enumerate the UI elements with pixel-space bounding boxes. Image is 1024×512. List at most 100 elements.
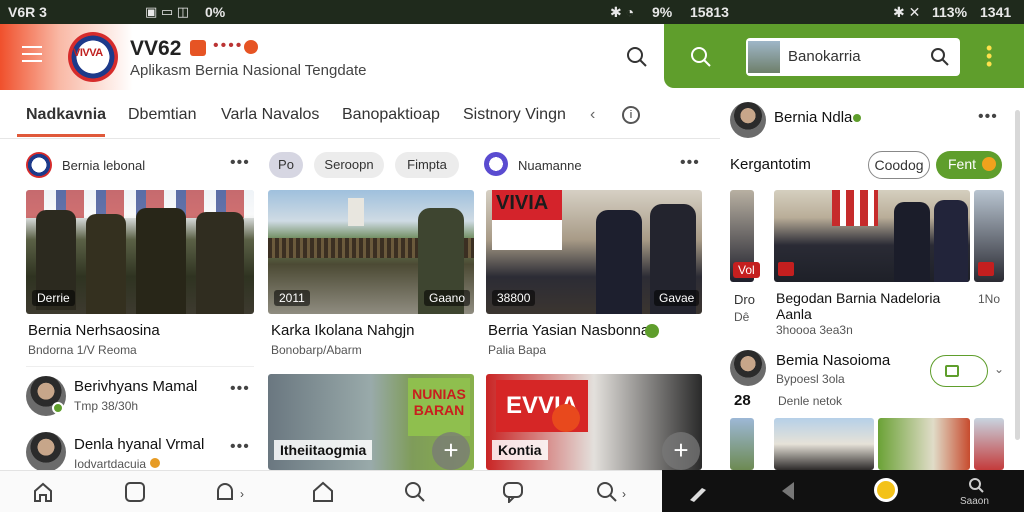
scrollbar[interactable] [1015, 110, 1020, 440]
status-left-text: V6R 3 [8, 4, 47, 20]
info-icon[interactable]: i [622, 106, 640, 124]
wifi-icon: ✱ ◔ [610, 4, 635, 20]
image-badge: Gavae [654, 290, 700, 306]
overflow-menu-icon[interactable]: • • • [986, 39, 992, 73]
bell-icon[interactable]: › [214, 481, 250, 503]
status-battery-pct-2: 113% [932, 4, 968, 20]
list-item-title[interactable]: Denla hyanal Vrmal [74, 436, 204, 453]
status-bar: V6R 3 ▣ ▭ ◫ 0% ✱ ◔ 9% 15813 ✱ ✕ 113% 134… [0, 0, 1024, 24]
chip-po[interactable]: Po [269, 152, 303, 178]
house-icon[interactable] [312, 481, 334, 503]
outline-button[interactable]: Coodog [868, 151, 930, 179]
news-image-soldiers[interactable]: Derrie [26, 190, 254, 314]
image-badge: Gaano [424, 290, 471, 306]
news-title[interactable]: Begodan Barnia Nadeloria [776, 290, 940, 306]
search-icon[interactable] [626, 46, 648, 68]
app-logo: VIVVA [68, 32, 118, 82]
news-title[interactable]: Berria Yasian Nasbonna [488, 322, 649, 339]
dots-indicator: •••• [213, 37, 244, 54]
chevron-down-icon[interactable]: ⌄ [994, 362, 1004, 376]
chip-seroopn[interactable]: Seroopn [314, 152, 384, 178]
verified-icon [645, 324, 659, 338]
pen-icon[interactable] [686, 480, 710, 504]
app-subtitle: Aplikasm Bernia Nasional Tengdate [130, 62, 367, 79]
news-title[interactable]: Karka Ikolana Nahgjn [271, 322, 414, 339]
card-title: Kontia [492, 440, 548, 460]
more-icon[interactable]: ••• [230, 154, 250, 172]
search-input[interactable]: Banokarria [746, 38, 960, 76]
search-value: Banokarria [788, 48, 861, 65]
app-name: VV62 [130, 37, 182, 60]
chat-icon[interactable] [502, 481, 524, 503]
news-image-parade[interactable]: 2011 Gaano [268, 190, 474, 314]
coin-icon [982, 157, 996, 171]
more-icon[interactable]: ••• [230, 438, 250, 456]
side-label: Dro [734, 292, 755, 307]
verified-icon [52, 402, 64, 414]
more-icon[interactable]: ••• [680, 154, 700, 172]
search-icon-dark[interactable] [966, 476, 988, 494]
thumbnail[interactable] [878, 418, 970, 470]
news-image-assembly[interactable] [774, 190, 970, 282]
tab-dbemtian[interactable]: Dbemtian [128, 106, 196, 124]
chip-fimpta[interactable]: Fimpta [395, 152, 459, 178]
source-logo [484, 152, 508, 176]
secondary-header: Banokarria • • • [664, 24, 1024, 88]
status-time: 15813 [690, 4, 729, 20]
avatar [26, 432, 66, 472]
thumbnail[interactable] [974, 418, 1004, 470]
item-number: 28 [734, 392, 751, 409]
red-badge: Vol [733, 262, 760, 278]
flag-icon [190, 40, 206, 56]
status-battery-pct: 9% [652, 4, 673, 20]
section-title: Kergantotim [730, 156, 811, 173]
online-dot-icon [853, 114, 861, 122]
tab-nadkavnia[interactable]: Nadkavnia [26, 106, 106, 124]
thumbnail[interactable] [730, 418, 754, 470]
more-icon[interactable]: ••• [230, 380, 250, 398]
add-button[interactable]: + [662, 432, 700, 470]
bookmark-icon [945, 365, 959, 377]
bottom-nav: › › [0, 470, 664, 512]
more-icon[interactable]: ••• [978, 108, 998, 126]
news-image-officials[interactable]: VIVIA 38800 Gavae [486, 190, 702, 314]
emoji-icon [150, 458, 160, 468]
image-badge: 2011 [274, 290, 310, 306]
follow-button[interactable]: Fent [936, 151, 1002, 179]
search-more-icon[interactable]: › [596, 481, 632, 503]
side-label: Dê [734, 310, 750, 324]
follow-label: Fent [948, 156, 977, 172]
system-nav-bar: Saaon [662, 470, 1024, 512]
red-tag-icon [978, 262, 994, 276]
home-icon[interactable] [32, 481, 54, 503]
home-circle-icon[interactable] [874, 478, 898, 502]
add-button[interactable]: + [432, 432, 470, 470]
news-meta: Palia Bapa [488, 343, 547, 357]
source-logo [26, 152, 52, 178]
search-icon-green[interactable] [690, 46, 712, 68]
profile-name: Bernia Ndla [774, 109, 853, 126]
tab-sistnory-vingn[interactable]: Sistnory Vingn [463, 106, 566, 124]
tab-banopaktioap[interactable]: Banopaktioap [342, 106, 440, 124]
news-meta: 3hoooa 3ea3n [776, 323, 853, 337]
thumbnail[interactable] [774, 418, 874, 470]
profile-avatar[interactable] [730, 102, 766, 138]
svg-text:›: › [240, 487, 244, 501]
search-icon[interactable] [404, 481, 426, 503]
news-title[interactable]: Bernia Nerhsaosina [28, 322, 160, 339]
list-item-meta: Bypoesl 3ola [776, 372, 845, 386]
card-title: Itheiitaogmia [274, 440, 373, 460]
back-icon[interactable] [778, 480, 798, 502]
save-button[interactable] [930, 355, 988, 387]
square-icon[interactable] [124, 481, 146, 503]
tab-varla-navalos[interactable]: Varla Navalos [221, 106, 319, 124]
list-item-title[interactable]: Bemia Nasoioma [776, 352, 890, 369]
search-submit-icon[interactable] [930, 47, 950, 67]
nav-label: Saaon [960, 496, 989, 507]
list-item-title[interactable]: Berivhyans Mamal [74, 378, 197, 395]
chevron-left-icon[interactable]: ‹ [590, 106, 595, 124]
menu-icon[interactable] [22, 46, 42, 62]
list-item-meta: Iodvartdacuia [74, 457, 147, 471]
list-item-meta: Tmp 38/30h [74, 399, 139, 413]
bluetooth-icon: ✱ ✕ [893, 4, 921, 20]
